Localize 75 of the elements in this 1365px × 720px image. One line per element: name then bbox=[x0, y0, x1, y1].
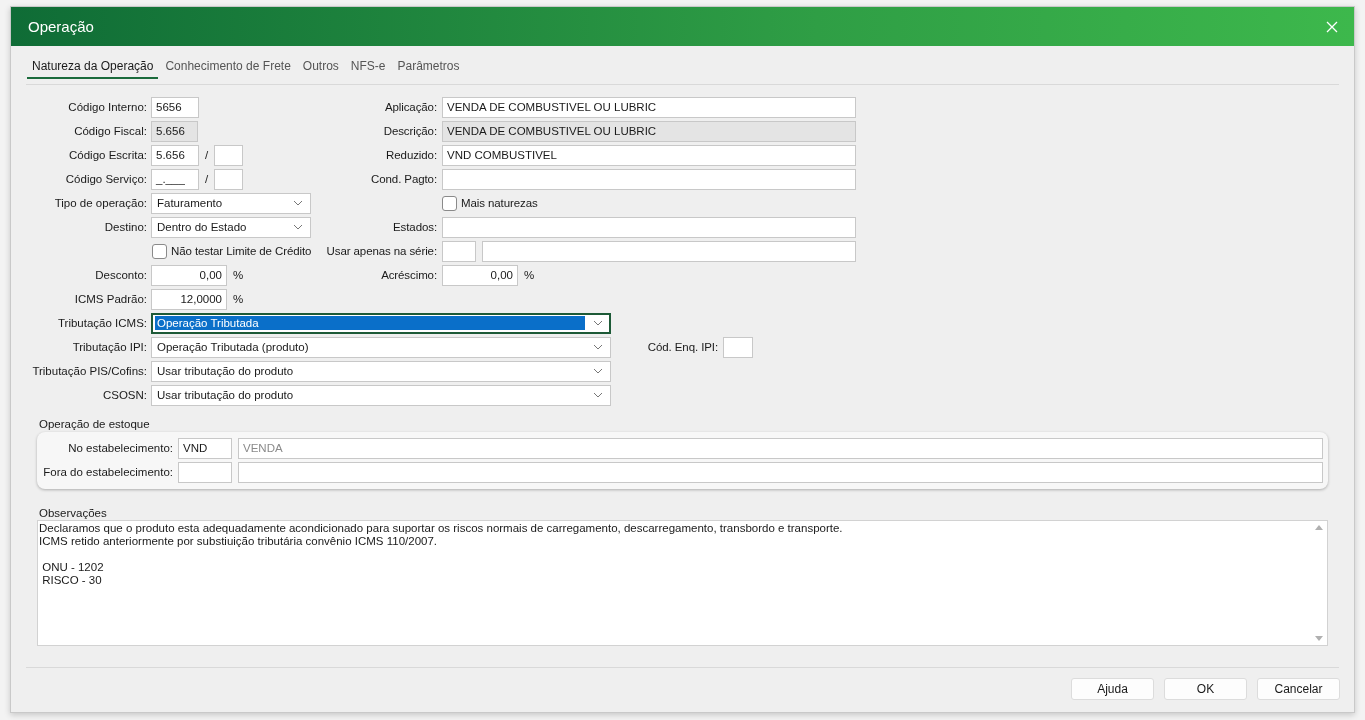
separator-label: / bbox=[205, 173, 209, 185]
chevron-icon bbox=[293, 224, 303, 230]
tab[interactable]: Natureza da Operação bbox=[27, 57, 159, 79]
field-label: Estados: bbox=[393, 221, 437, 233]
text-field[interactable]: VENDA DE COMBUSTIVEL OU LUBRIC bbox=[442, 96, 856, 118]
text-field[interactable] bbox=[214, 168, 244, 190]
checkbox[interactable]: Mais naturezas bbox=[442, 195, 538, 211]
unit-label: % bbox=[233, 269, 244, 281]
text-field[interactable]: 0,00 bbox=[442, 264, 518, 286]
text-field[interactable] bbox=[442, 240, 476, 262]
dialog-button[interactable]: Ajuda bbox=[1071, 678, 1154, 700]
close-icon[interactable] bbox=[1326, 20, 1338, 33]
field-label: Destino: bbox=[104, 221, 147, 233]
field-label: Descrição: bbox=[383, 125, 437, 137]
scroll-down-icon bbox=[1315, 636, 1323, 641]
field-label: Tributação ICMS: bbox=[57, 317, 147, 329]
checkbox[interactable]: Não testar Limite de Crédito bbox=[152, 243, 312, 259]
scroll-up-icon bbox=[1315, 525, 1323, 530]
chevron-icon bbox=[593, 368, 603, 374]
text-field[interactable] bbox=[482, 240, 856, 262]
field-label: Código Escrita: bbox=[69, 149, 147, 161]
text-field[interactable] bbox=[442, 216, 856, 238]
dialog-button[interactable]: OK bbox=[1164, 678, 1247, 700]
tab[interactable]: NFS-e bbox=[345, 57, 391, 79]
dropdown[interactable]: Usar tributação do produto bbox=[151, 360, 611, 382]
text-field[interactable] bbox=[214, 144, 244, 166]
field-label: Tipo de operação: bbox=[54, 197, 147, 209]
text-field[interactable]: 12,0000 bbox=[151, 288, 227, 310]
field-label: Tributação IPI: bbox=[72, 341, 147, 353]
field-label: Reduzido: bbox=[386, 149, 437, 161]
tab[interactable]: Outros bbox=[297, 57, 344, 79]
text-field[interactable]: VND COMBUSTIVEL bbox=[442, 144, 856, 166]
text-field[interactable] bbox=[442, 168, 856, 190]
dialog-button[interactable]: Cancelar bbox=[1257, 678, 1340, 700]
field-label: Cond. Pagto: bbox=[371, 173, 437, 185]
separator-label: / bbox=[205, 149, 209, 161]
text-field[interactable]: _.___ bbox=[151, 168, 199, 190]
field-label: Fora do estabelecimento: bbox=[43, 466, 173, 478]
text-field: VENDA DE COMBUSTIVEL OU LUBRIC bbox=[442, 120, 856, 142]
field-label: Cód. Enq. IPI: bbox=[647, 341, 718, 353]
field-label: Código Fiscal: bbox=[74, 125, 147, 137]
dropdown[interactable]: Dentro do Estado bbox=[151, 216, 311, 238]
field-label: Código Serviço: bbox=[65, 173, 147, 185]
text-area[interactable]: Declaramos que o produto esta adequadamente acondicionado para suportar os riscos normais de carregamento, descarregamento, transbordo e transporte. ICMS retido anteriormente por substiuição tributária convênio ICMS 110/2007. ONU - 1202 RISCO - 30 bbox=[37, 520, 1328, 646]
field-label: Desconto: bbox=[95, 269, 147, 281]
field-label: CSOSN: bbox=[102, 389, 147, 401]
text-field[interactable] bbox=[723, 336, 753, 358]
text-field: 5.656 bbox=[151, 120, 198, 142]
text-field[interactable]: 0,00 bbox=[151, 264, 227, 286]
field-label: Usar apenas na série: bbox=[326, 245, 437, 257]
dropdown[interactable]: Operação Tributada (produto) bbox=[151, 336, 611, 358]
window-title: Operação bbox=[28, 18, 94, 35]
chevron-icon bbox=[593, 320, 603, 326]
field-label: No estabelecimento: bbox=[68, 442, 173, 454]
tab[interactable]: Parâmetros bbox=[392, 57, 465, 79]
dropdown[interactable]: Faturamento bbox=[151, 192, 311, 214]
field-label: Código Interno: bbox=[68, 101, 147, 113]
field-label: Aplicação: bbox=[384, 101, 437, 113]
chevron-icon bbox=[293, 200, 303, 206]
text-field[interactable]: VND bbox=[178, 437, 232, 459]
chevron-icon bbox=[593, 392, 603, 398]
unit-label: % bbox=[233, 293, 244, 305]
chevron-icon bbox=[593, 344, 603, 350]
dropdown[interactable]: Operação Tributada bbox=[151, 312, 611, 334]
text-field[interactable]: 5656 bbox=[151, 96, 199, 118]
text-field[interactable] bbox=[178, 461, 232, 483]
field-label: ICMS Padrão: bbox=[74, 293, 147, 305]
field-label: Tributação PIS/Cofins: bbox=[32, 365, 147, 377]
field-label: Acréscimo: bbox=[381, 269, 437, 281]
dropdown[interactable]: Usar tributação do produto bbox=[151, 384, 611, 406]
text-field[interactable]: 5.656 bbox=[151, 144, 199, 166]
tab[interactable]: Conhecimento de Frete bbox=[160, 57, 296, 79]
section-title: Observações bbox=[39, 507, 107, 520]
unit-label: % bbox=[524, 269, 535, 281]
group-title: Operação de estoque bbox=[39, 417, 150, 431]
